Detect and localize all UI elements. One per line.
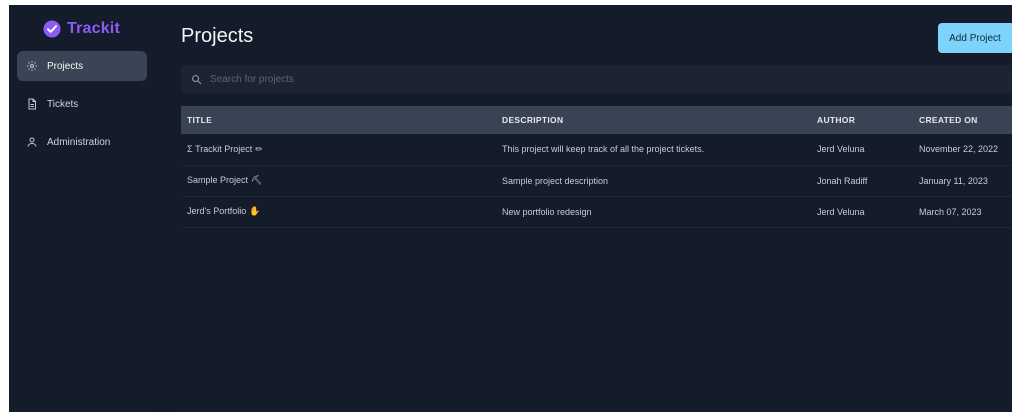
sidebar-item-label: Projects: [47, 60, 84, 72]
column-header-description[interactable]: DESCRIPTION: [496, 106, 811, 134]
pencil-emoji-icon: ✏: [255, 144, 263, 155]
app-window: Trackit Projects Tickets Administration …: [9, 5, 1012, 412]
project-title: Trackit Project: [195, 143, 253, 154]
cell-description: New portfolio redesign: [502, 206, 592, 217]
sidebar-item-tickets[interactable]: Tickets: [17, 89, 147, 119]
document-icon: [28, 98, 36, 110]
table-row[interactable]: Σ Trackit Project ✏ This project will kee…: [181, 134, 1012, 165]
user-icon: [27, 137, 37, 147]
sidebar-item-label: Tickets: [47, 98, 79, 110]
brand-name: Trackit: [67, 20, 120, 37]
search-input[interactable]: [210, 73, 949, 85]
column-header-created-on[interactable]: CREATED ON: [913, 106, 1012, 134]
sidebar: Trackit Projects Tickets Administration: [9, 5, 155, 412]
cell-author: Jerd Veluna: [817, 144, 865, 155]
pick-emoji-icon: ⛏: [251, 176, 263, 186]
cell-author: Jonah Radiff: [817, 175, 868, 186]
column-header-author[interactable]: AUTHOR: [811, 106, 913, 134]
sidebar-gutter: [155, 5, 169, 412]
cell-author: Jerd Veluna: [817, 206, 865, 217]
check-circle-logo-icon: [43, 20, 61, 38]
search-bar[interactable]: [181, 65, 1012, 93]
table-row[interactable]: Jerd's Portfolio ✋ New portfolio redesign…: [181, 196, 1012, 227]
cell-created-on: March 07, 2023: [919, 206, 982, 217]
table-header-row: TITLE DESCRIPTION AUTHOR CREATED ON: [181, 106, 1012, 134]
cell-created-on: January 11, 2023: [919, 175, 988, 186]
gear-icon: [27, 61, 37, 71]
title-prefix: Σ: [187, 143, 193, 154]
hand-emoji-icon: ✋: [249, 207, 261, 217]
page-title: Projects: [181, 25, 254, 47]
cell-title[interactable]: Σ Trackit Project ✏: [181, 134, 496, 165]
sidebar-item-administration[interactable]: Administration: [17, 127, 147, 157]
column-header-title[interactable]: TITLE: [181, 106, 496, 134]
project-title: Sample Project: [187, 175, 249, 185]
cell-description: Sample project description: [502, 175, 609, 186]
cell-description: This project will keep track of all the …: [502, 144, 705, 155]
add-project-button[interactable]: Add Project: [938, 23, 1012, 53]
projects-table: TITLE DESCRIPTION AUTHOR CREATED ON Σ Tr…: [181, 106, 1012, 228]
sidebar-nav: Projects Tickets Administration: [9, 51, 155, 157]
main-content: Projects Add Project TITLE DESCRIPTION A…: [169, 5, 1012, 412]
cell-title[interactable]: Sample Project ⛏: [181, 165, 496, 196]
brand[interactable]: Trackit: [9, 15, 155, 43]
cell-created-on: November 22, 2022: [919, 144, 999, 155]
sidebar-item-projects[interactable]: Projects: [17, 51, 147, 81]
table-row[interactable]: Sample Project ⛏ Sample project descripti…: [181, 165, 1012, 196]
cell-title[interactable]: Jerd's Portfolio ✋: [181, 196, 496, 227]
search-icon: [192, 74, 202, 84]
sidebar-item-label: Administration: [47, 136, 111, 148]
project-title: Jerd's Portfolio: [187, 206, 247, 216]
